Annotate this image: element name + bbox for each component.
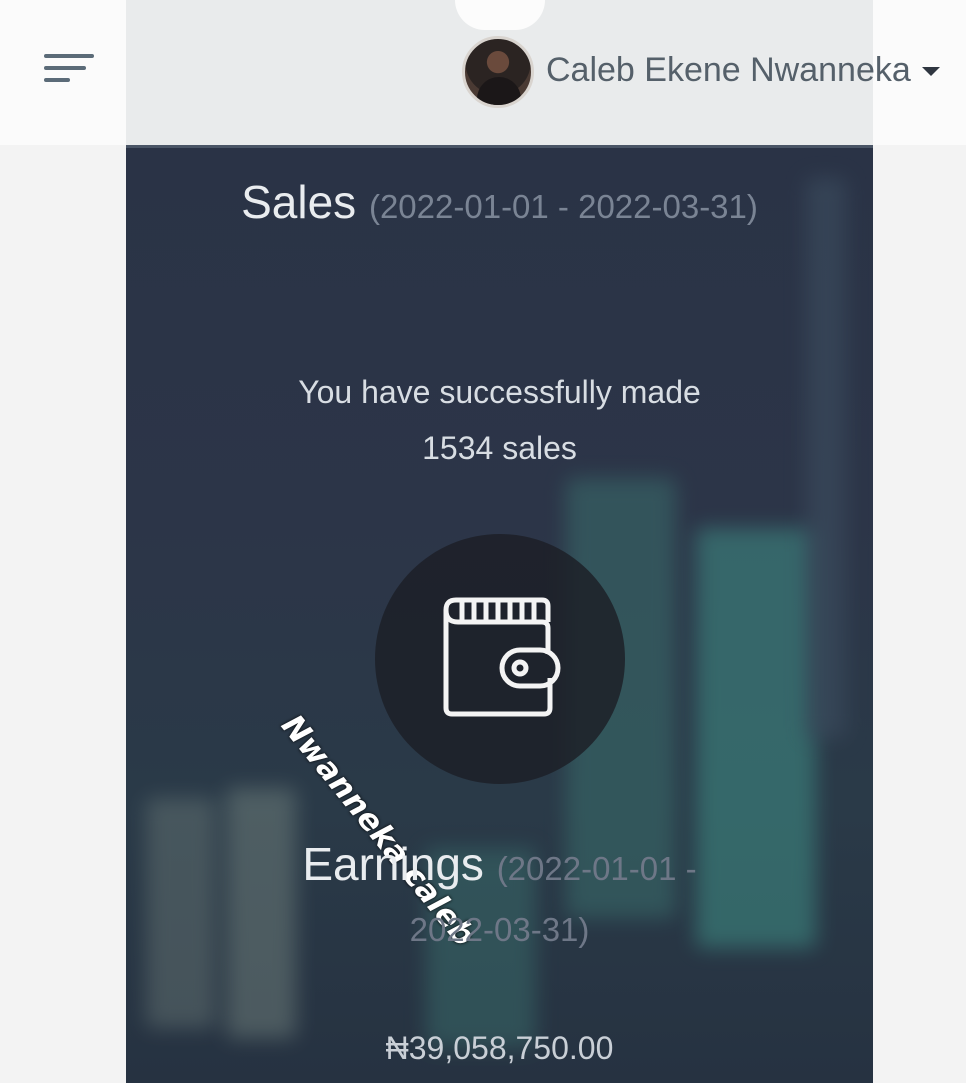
earnings-title: Earnings (2022-01-01 - 2022-03-31) <box>296 836 703 958</box>
user-dropdown[interactable]: Caleb Ekene Nwanneka <box>460 34 950 110</box>
camera-notch <box>455 0 545 30</box>
sales-title: Sales (2022-01-01 - 2022-03-31) <box>126 172 873 237</box>
earnings-heading: Earnings <box>302 838 484 890</box>
wallet-icon <box>443 597 561 717</box>
sales-heading: Sales <box>241 176 357 228</box>
background-bar <box>806 178 846 738</box>
wallet-button[interactable] <box>375 534 625 784</box>
sales-message: You have successfully made 1534 sales <box>298 374 701 466</box>
caret-down-icon[interactable] <box>922 67 940 76</box>
user-name[interactable]: Caleb Ekene Nwanneka <box>546 51 911 90</box>
background-bar <box>696 528 816 948</box>
sales-dashboard-panel: Sales (2022-01-01 - 2022-03-31) You have… <box>126 145 873 1083</box>
hamburger-menu-icon[interactable] <box>40 50 100 90</box>
background-bar <box>226 788 296 1038</box>
avatar[interactable] <box>462 36 534 108</box>
background-bar <box>146 798 216 1028</box>
top-header: Caleb Ekene Nwanneka <box>0 0 966 145</box>
sales-date-range: (2022-01-01 - 2022-03-31) <box>368 188 758 225</box>
earnings-amount: ₦39,058,750.00 <box>385 1030 614 1066</box>
